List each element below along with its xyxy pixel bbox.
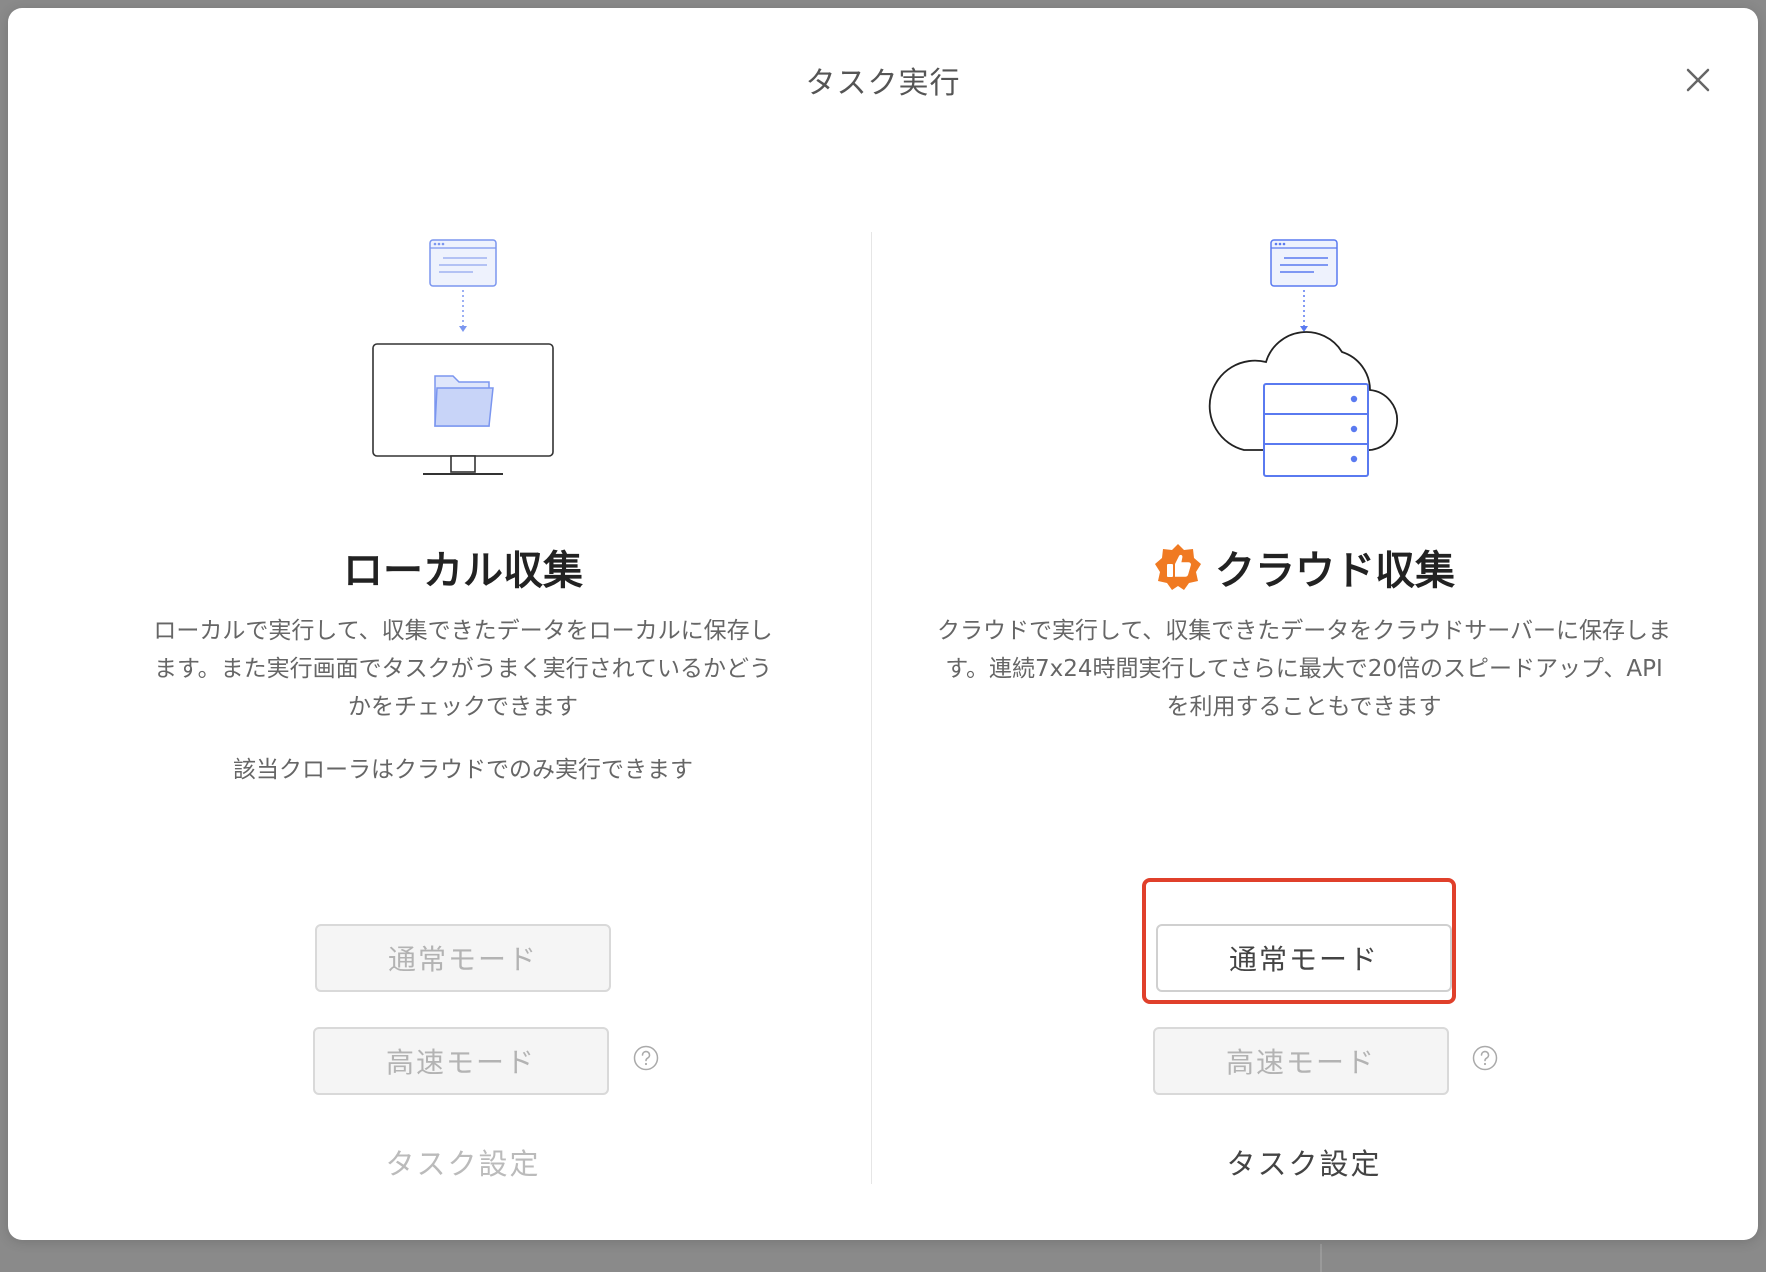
local-description: ローカルで実行して、収集できたデータをローカルに保存します。また実行画面でタスク… <box>153 618 773 720</box>
local-fast-mode-button[interactable]: 高速モード <box>313 1027 609 1095</box>
cloud-description: クラウドで実行して、収集できたデータをクラウドサーバーに保存します。連続7x24… <box>937 618 1671 720</box>
cloud-heading: クラウド収集 <box>894 538 1714 596</box>
local-illustration <box>53 228 873 488</box>
cloud-fast-mode-button[interactable]: 高速モード <box>1153 1027 1449 1095</box>
local-collection-panel: ローカル収集 ローカルで実行して、収集できたデータをローカルに保存します。また実… <box>53 8 873 1240</box>
cloud-server-icon <box>1208 239 1399 477</box>
task-run-dialog: タスク実行 ローカル収集 ローカルで実行して、収集できたデータをローカルに保存し… <box>8 8 1758 1240</box>
cloud-normal-mode-button[interactable]: 通常モード <box>1156 924 1452 992</box>
help-icon[interactable] <box>633 1045 659 1071</box>
cloud-task-settings-link[interactable]: タスク設定 <box>894 1141 1714 1183</box>
cloud-heading-text: クラウド収集 <box>1215 548 1455 594</box>
cloud-collection-panel: クラウド収集 クラウドで実行して、収集できたデータをクラウドサーバーに保存します… <box>894 8 1714 1240</box>
cloud-illustration <box>894 228 1714 488</box>
local-normal-mode-button[interactable]: 通常モード <box>315 924 611 992</box>
local-heading-text: ローカル収集 <box>343 548 583 594</box>
local-task-settings-link[interactable]: タスク設定 <box>53 1141 873 1183</box>
local-heading: ローカル収集 <box>53 538 873 596</box>
monitor-folder-icon <box>372 239 554 475</box>
help-icon[interactable] <box>1472 1045 1498 1071</box>
local-note: 該当クローラはクラウドでのみ実行できます <box>233 757 693 783</box>
backdrop-divider <box>1320 1244 1322 1272</box>
thumbs-up-badge-icon <box>1155 544 1201 590</box>
